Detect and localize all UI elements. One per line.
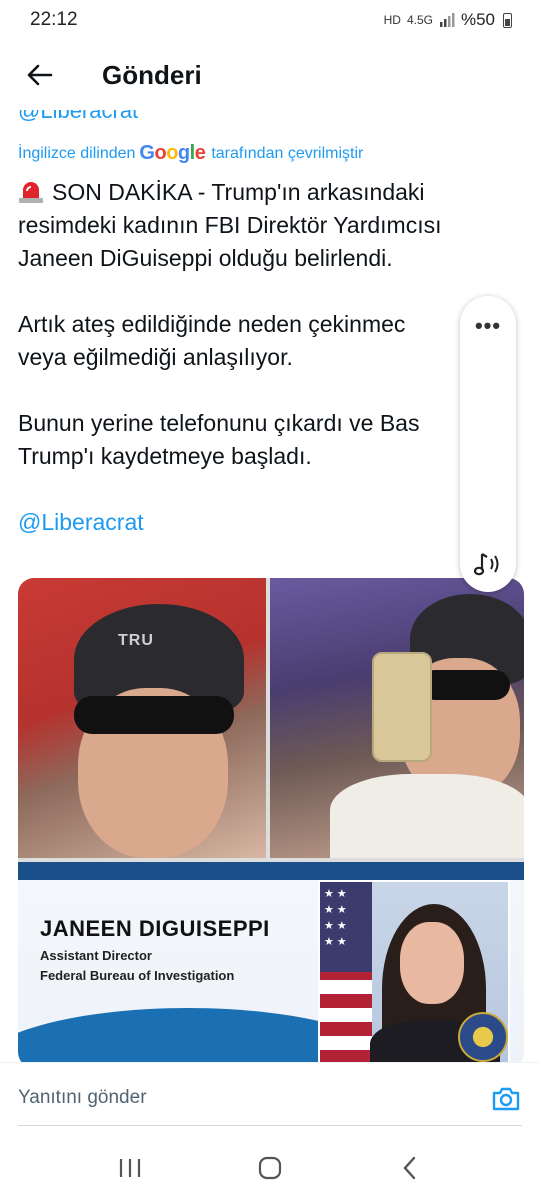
recent-apps-icon bbox=[119, 1159, 141, 1177]
translation-notice[interactable]: İngilizce dilinden Google tarafından çev… bbox=[18, 142, 363, 165]
translation-prefix: İngilizce dilinden bbox=[18, 144, 136, 162]
floating-action-bar: ••• bbox=[460, 296, 516, 592]
phone-shape bbox=[372, 652, 432, 762]
camera-icon bbox=[492, 1087, 520, 1111]
reply-input[interactable]: Yanıtını gönder bbox=[18, 1087, 147, 1109]
fbi-seal-icon bbox=[458, 1012, 508, 1062]
home-icon bbox=[258, 1156, 282, 1180]
network-type-label: 4.5G bbox=[406, 13, 433, 27]
post-text: SON DAKİKA - Trump'ın arkasındaki resimd… bbox=[18, 176, 498, 539]
arrow-left-icon bbox=[27, 64, 53, 86]
camera-button[interactable] bbox=[490, 1083, 522, 1115]
banner-org: Federal Bureau of Investigation bbox=[40, 968, 235, 983]
reply-bar: Yanıtını gönder bbox=[0, 1062, 540, 1136]
portrait-photo: ★ ★ ★ ★ ★ ★ ★ ★ bbox=[318, 880, 510, 1062]
post-line-4: Artık ateş edildiğinde neden çekinmec bbox=[18, 311, 406, 337]
photo-left[interactable]: TRU bbox=[18, 578, 266, 858]
banner-stripe bbox=[18, 862, 524, 880]
photo-right[interactable] bbox=[270, 578, 524, 858]
chevron-left-icon bbox=[403, 1156, 416, 1180]
flag-stars: ★ ★ ★ ★ ★ ★ ★ ★ bbox=[320, 882, 372, 972]
battery-icon bbox=[503, 12, 512, 28]
system-nav-bar bbox=[0, 1136, 540, 1200]
sunglasses-shape bbox=[74, 696, 234, 734]
banner-name: JANEEN DIGUISEPPI bbox=[40, 916, 270, 941]
shirt-shape bbox=[330, 774, 524, 858]
cap-text: TRU bbox=[118, 632, 154, 649]
post-line-2: resimdeki kadının FBI Direktör Yardımcıs… bbox=[18, 212, 442, 238]
siren-icon bbox=[19, 182, 43, 203]
post-media[interactable]: TRU JANEEN DIGUISEPPI Assistant Director… bbox=[18, 578, 524, 1062]
signal-icon bbox=[439, 13, 455, 27]
post-content[interactable]: @Liberacrat İngilizce dilinden Google ta… bbox=[0, 92, 540, 1062]
post-line-1: SON DAKİKA - Trump'ın arkasındaki bbox=[52, 179, 425, 205]
mention-link[interactable]: @Liberacrat bbox=[18, 506, 498, 539]
post-line-7: Trump'ı kaydetmeye başladı. bbox=[18, 443, 312, 469]
banner-role: Assistant Director bbox=[40, 948, 152, 963]
status-bar: 22:12 HD 4.5G %50 bbox=[0, 0, 540, 40]
sunglasses-shape-right bbox=[420, 670, 510, 700]
audio-button[interactable] bbox=[460, 544, 516, 584]
post-line-5: veya eğilmediği anlaşılıyor. bbox=[18, 344, 293, 370]
status-time: 22:12 bbox=[30, 9, 78, 30]
reply-underline bbox=[18, 1125, 522, 1126]
hd-voice-icon: HD bbox=[383, 13, 401, 27]
google-logo: Google bbox=[139, 142, 206, 164]
page-title: Gönderi bbox=[102, 59, 202, 90]
back-nav-button[interactable] bbox=[380, 1143, 440, 1193]
status-icons: HD 4.5G %50 bbox=[384, 10, 512, 30]
more-options-button[interactable]: ••• bbox=[460, 306, 516, 346]
home-button[interactable] bbox=[240, 1143, 300, 1193]
fbi-banner[interactable]: JANEEN DIGUISEPPI Assistant Director Fed… bbox=[18, 862, 524, 1062]
post-line-3: Janeen DiGuiseppi olduğu belirlendi. bbox=[18, 245, 393, 271]
audio-note-icon bbox=[473, 553, 499, 576]
portrait-face bbox=[400, 922, 464, 1004]
app-header: Gönderi bbox=[0, 40, 540, 110]
back-button[interactable] bbox=[0, 40, 80, 110]
post-line-6: Bunun yerine telefonunu çıkardı ve Bas bbox=[18, 410, 420, 436]
translation-suffix: tarafından çevrilmiştir bbox=[211, 144, 364, 162]
recent-apps-button[interactable] bbox=[100, 1143, 160, 1193]
battery-percent: %50 bbox=[460, 10, 495, 29]
